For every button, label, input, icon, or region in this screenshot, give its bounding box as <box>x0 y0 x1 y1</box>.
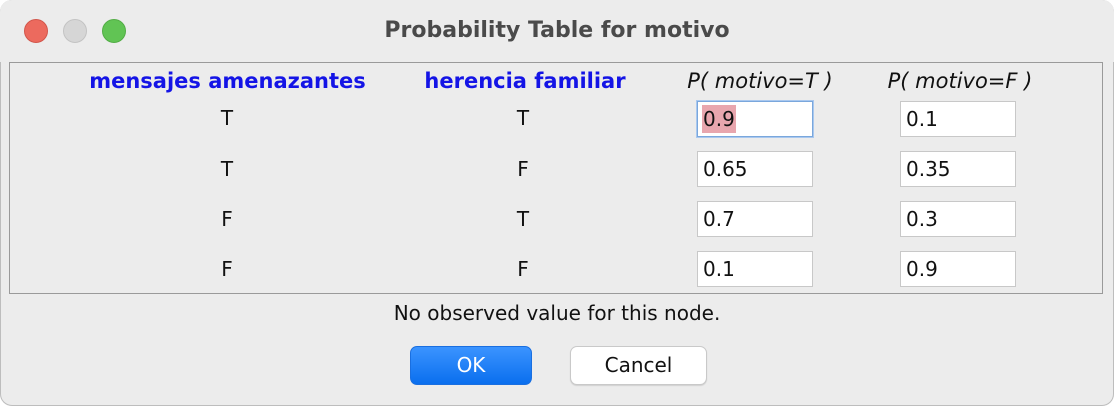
row-4-prob-true-input[interactable]: 0.1 <box>697 251 813 287</box>
row-1-parent-herencia-value: T <box>516 106 530 130</box>
row-4-parent-herencia-value: F <box>517 257 529 281</box>
probability-table-dialog: Probability Table for motivo mensajes am… <box>0 0 1114 406</box>
row-3-prob-true-input[interactable]: 0.7 <box>697 201 813 237</box>
title-bar[interactable]: Probability Table for motivo <box>0 0 1114 62</box>
column-header-parent-herencia-familiar: herencia familiar <box>424 69 626 93</box>
row-4-prob-false-input[interactable]: 0.9 <box>900 251 1016 287</box>
cancel-button[interactable]: Cancel <box>570 346 707 385</box>
row-2-prob-false-text: 0.35 <box>906 157 951 181</box>
row-1-prob-false-text: 0.1 <box>906 107 938 131</box>
window-title: Probability Table for motivo <box>384 18 730 43</box>
row-4-prob-true-text: 0.1 <box>703 257 735 281</box>
row-2-prob-true-input[interactable]: 0.65 <box>697 151 813 187</box>
row-2-parent-mensajes-value: T <box>220 157 234 181</box>
row-1-parent-mensajes-value: T <box>220 106 234 130</box>
row-1-prob-true-input[interactable]: 0.9 <box>697 101 813 137</box>
row-3-parent-mensajes-value: F <box>221 207 233 231</box>
row-3-parent-herencia-value: T <box>516 207 530 231</box>
row-4-parent-mensajes-value: F <box>221 257 233 281</box>
row-3-prob-false-text: 0.3 <box>906 207 938 231</box>
row-4-prob-false-text: 0.9 <box>906 257 938 281</box>
row-1-prob-true-selected-text: 0.9 <box>702 105 736 133</box>
row-1-prob-false-input[interactable]: 0.1 <box>900 101 1016 137</box>
column-header-parent-mensajes-amenazantes: mensajes amenazantes <box>89 69 366 93</box>
column-header-prob-false: P( motivo=F ) <box>887 69 1033 93</box>
status-message: No observed value for this node. <box>393 301 721 325</box>
row-2-parent-herencia-value: F <box>517 157 529 181</box>
row-3-prob-false-input[interactable]: 0.3 <box>900 201 1016 237</box>
ok-button[interactable]: OK <box>410 346 532 385</box>
row-3-prob-true-text: 0.7 <box>703 207 735 231</box>
row-2-prob-false-input[interactable]: 0.35 <box>900 151 1016 187</box>
column-header-prob-true: P( motivo=T ) <box>687 69 833 93</box>
row-2-prob-true-text: 0.65 <box>703 157 748 181</box>
